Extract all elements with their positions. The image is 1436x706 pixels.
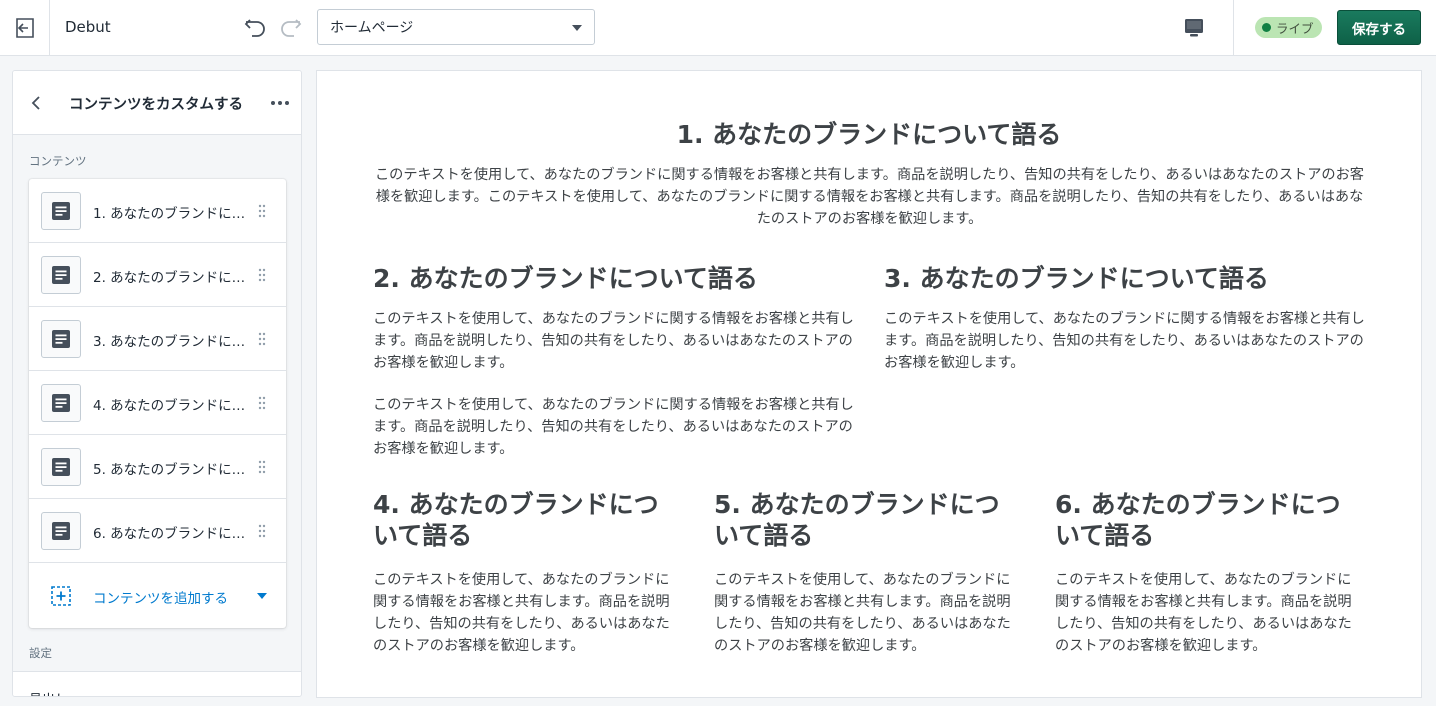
top-divider bbox=[1233, 0, 1234, 55]
live-status-badge: ライブ bbox=[1255, 17, 1322, 38]
text-block-icon bbox=[41, 192, 81, 230]
caret-down-icon bbox=[257, 593, 267, 599]
redo-button[interactable] bbox=[278, 14, 304, 40]
sidebar-header: コンテンツをカスタムする bbox=[13, 71, 301, 135]
page-select[interactable]: ホームページ bbox=[317, 9, 595, 45]
preview-heading-6: 6. あなたのブランドについて語る bbox=[1055, 490, 1341, 550]
preview-text-5: このテキストを使用して、あなたのブランドに関する情報をお客様と共有します。商品を… bbox=[714, 572, 1011, 654]
top-bar: Debut ホームページ ライブ 保存する bbox=[0, 0, 1436, 56]
content-block-label: 2. あなたのブランドについて語る bbox=[93, 270, 249, 286]
content-block-label: 1. あなたのブランドについて語る bbox=[93, 206, 249, 222]
content-block-label: 6. あなたのブランドについて語る bbox=[93, 526, 249, 542]
settings-section-label: 設定 bbox=[29, 646, 52, 660]
text-block-icon bbox=[41, 512, 81, 550]
preview-heading-2: 2. あなたのブランドについて語る bbox=[373, 264, 758, 293]
content-block-item[interactable]: 1. あなたのブランドについて語る bbox=[29, 179, 286, 243]
live-label: ライブ bbox=[1276, 21, 1314, 36]
sidebar: コンテンツをカスタムする コンテンツ 1. あなたのブランドについて語る 2. … bbox=[12, 70, 302, 697]
save-button[interactable]: 保存する bbox=[1337, 10, 1421, 45]
text-block-icon bbox=[41, 320, 81, 358]
preview-text-2b: このテキストを使用して、あなたのブランドに関する情報をお客様と共有します。商品を… bbox=[373, 397, 854, 457]
back-button[interactable] bbox=[25, 91, 49, 115]
drag-handle-icon[interactable] bbox=[257, 332, 267, 346]
page-select-value: ホームページ bbox=[330, 20, 414, 36]
sidebar-title: コンテンツをカスタムする bbox=[69, 97, 243, 113]
content-block-item[interactable]: 6. あなたのブランドについて語る bbox=[29, 499, 286, 563]
content-block-list: 1. あなたのブランドについて語る 2. あなたのブランドについて語る 3. あ… bbox=[29, 179, 286, 628]
content-block-item[interactable]: 5. あなたのブランドについて語る bbox=[29, 435, 286, 499]
add-content-label: コンテンツを追加する bbox=[93, 591, 228, 607]
content-block-item[interactable]: 2. あなたのブランドについて語る bbox=[29, 243, 286, 307]
preview-text-2a: このテキストを使用して、あなたのブランドに関する情報をお客様と共有します。商品を… bbox=[373, 311, 854, 371]
text-block-icon bbox=[41, 448, 81, 486]
exit-icon bbox=[15, 17, 34, 38]
drag-handle-icon[interactable] bbox=[257, 396, 267, 410]
theme-name: Debut bbox=[65, 18, 111, 36]
chevron-down-icon bbox=[572, 25, 582, 31]
more-actions-button[interactable] bbox=[267, 91, 293, 115]
preview-text-6: このテキストを使用して、あなたのブランドに関する情報をお客様と共有します。商品を… bbox=[1055, 572, 1352, 654]
undo-button[interactable] bbox=[242, 14, 268, 40]
live-dot-icon bbox=[1262, 23, 1271, 32]
drag-handle-icon[interactable] bbox=[257, 524, 267, 538]
undo-icon bbox=[244, 19, 265, 37]
preview-text-4: このテキストを使用して、あなたのブランドに関する情報をお客様と共有します。商品を… bbox=[373, 572, 670, 654]
preview-heading-5: 5. あなたのブランドについて語る bbox=[714, 490, 1000, 550]
preview-text-3: このテキストを使用して、あなたのブランドに関する情報をお客様と共有します。商品を… bbox=[884, 311, 1365, 371]
content-section-label: コンテンツ bbox=[29, 154, 87, 168]
drag-handle-icon[interactable] bbox=[257, 460, 267, 474]
preview-heading-1: 1. あなたのブランドについて語る bbox=[676, 120, 1062, 149]
exit-button[interactable] bbox=[0, 0, 50, 55]
store-preview: 1. あなたのブランドについて語る このテキストを使用して、あなたのブランドに関… bbox=[316, 70, 1422, 698]
content-block-label: 3. あなたのブランドについて語る bbox=[93, 334, 249, 350]
settings-heading-label: 見出し bbox=[29, 689, 68, 696]
desktop-icon bbox=[1185, 19, 1203, 37]
drag-handle-icon[interactable] bbox=[257, 268, 267, 282]
add-block-icon bbox=[51, 586, 71, 606]
add-content-button[interactable]: コンテンツを追加する bbox=[29, 563, 286, 628]
content-block-label: 4. あなたのブランドについて語る bbox=[93, 398, 249, 414]
more-horizontal-icon bbox=[271, 101, 289, 105]
redo-icon bbox=[281, 19, 302, 37]
text-block-icon bbox=[41, 384, 81, 422]
desktop-preview-button[interactable] bbox=[1180, 14, 1208, 42]
preview-text-1: このテキストを使用して、あなたのブランドに関する情報をお客様と共有します。商品を… bbox=[374, 167, 1364, 227]
content-block-item[interactable]: 3. あなたのブランドについて語る bbox=[29, 307, 286, 371]
settings-heading-row[interactable]: 見出し bbox=[13, 671, 301, 696]
content-block-label: 5. あなたのブランドについて語る bbox=[93, 462, 249, 478]
preview-heading-3: 3. あなたのブランドについて語る bbox=[884, 264, 1269, 293]
preview-heading-4: 4. あなたのブランドについて語る bbox=[373, 490, 659, 550]
content-block-item[interactable]: 4. あなたのブランドについて語る bbox=[29, 371, 286, 435]
text-block-icon bbox=[41, 256, 81, 294]
chevron-left-icon bbox=[31, 96, 40, 110]
drag-handle-icon[interactable] bbox=[257, 204, 267, 218]
